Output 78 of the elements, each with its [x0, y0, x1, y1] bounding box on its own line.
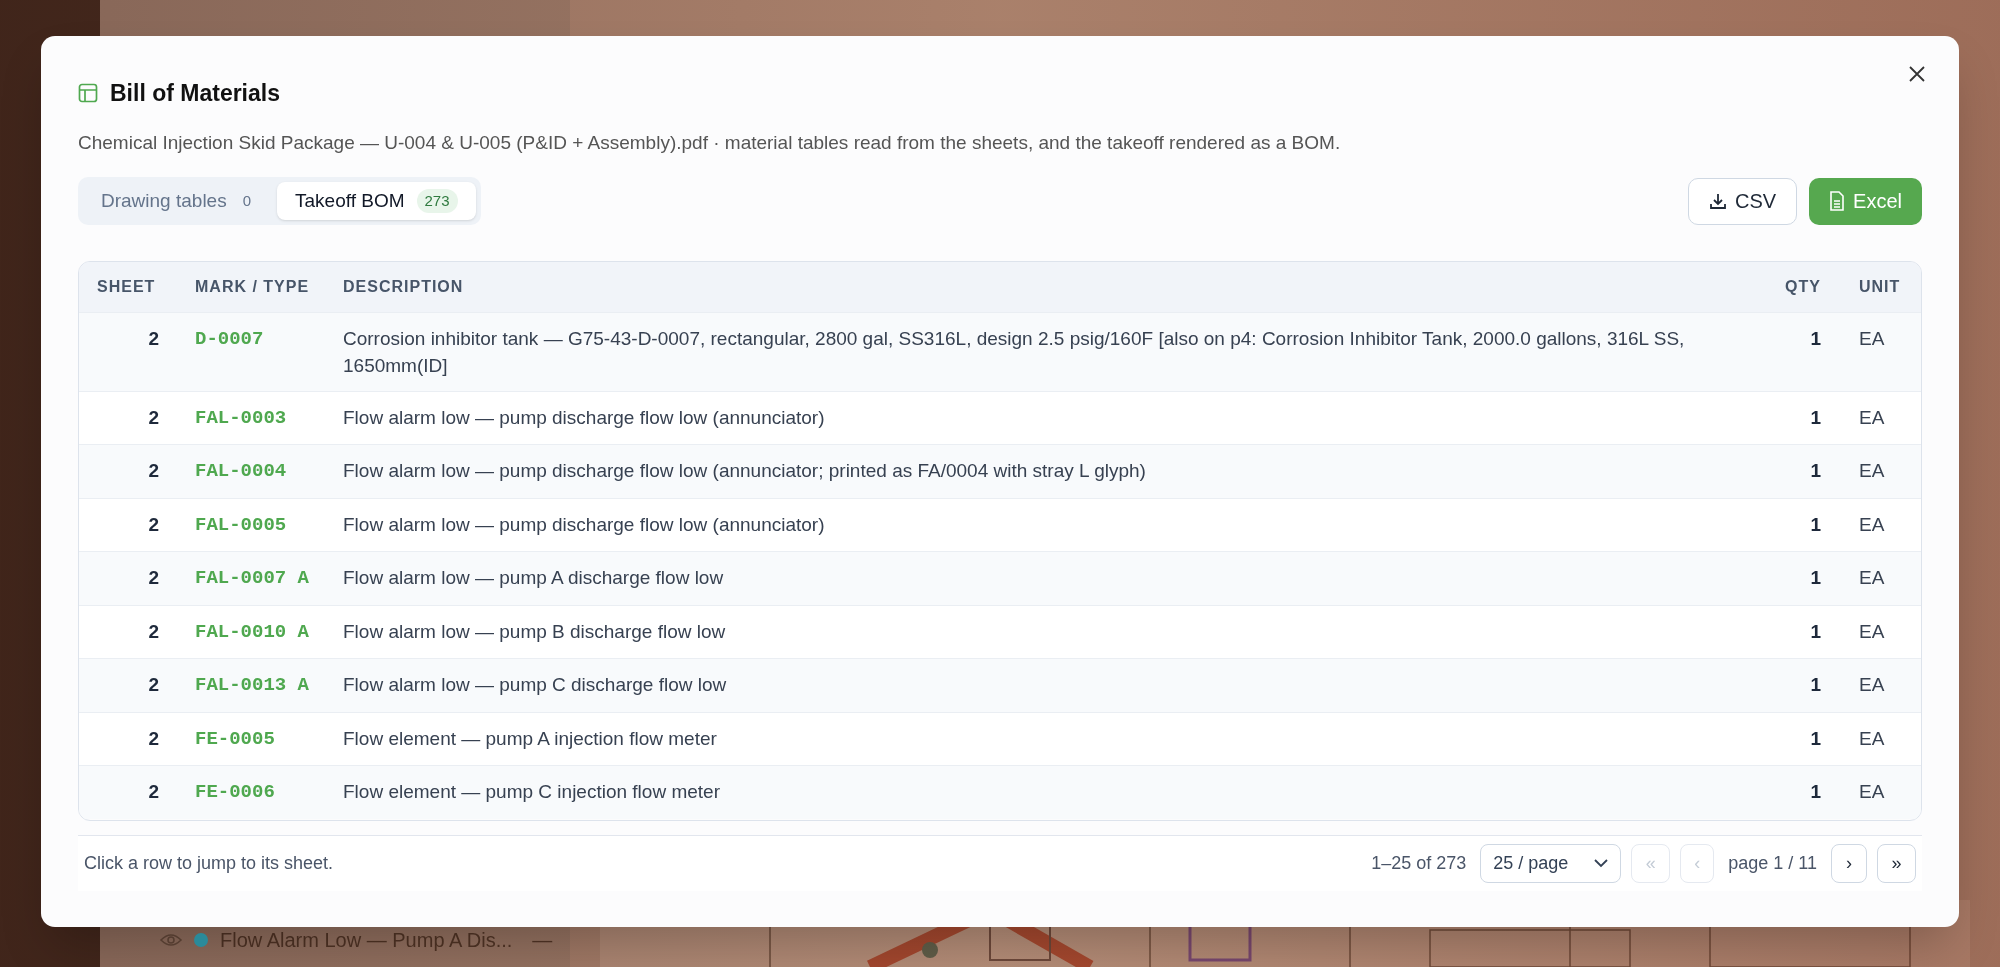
file-icon [1829, 191, 1846, 211]
tab[interactable]: Drawing tables 0 [83, 182, 273, 220]
table-cell: 1 [1751, 498, 1831, 552]
last-page-button[interactable]: » [1877, 844, 1916, 883]
column-header: UNIT [1831, 262, 1921, 312]
table-cell: FAL-0007 A [169, 551, 339, 605]
table-cell: 1 [1751, 444, 1831, 498]
table-row[interactable]: 2 FE-0005 Flow element — pump A injection flow meter 1 EA [79, 712, 1921, 766]
table-cell: 2 [79, 712, 169, 766]
chevron-down-icon [1594, 859, 1609, 868]
table-cell: 1 [1751, 312, 1831, 391]
table-cell: 1 [1751, 551, 1831, 605]
table-cell: Flow alarm low — pump A discharge flow low [339, 551, 1751, 605]
table-cell: 1 [1751, 605, 1831, 659]
table-cell: Flow alarm low — pump C discharge flow low [339, 658, 1751, 712]
table-cell: FAL-0010 A [169, 605, 339, 659]
table-row[interactable]: 2 FE-0006 Flow element — pump C injection flow meter 1 EA [79, 765, 1921, 819]
table-cell: Flow alarm low — pump B discharge flow low [339, 605, 1751, 659]
table-cell: FAL-0005 [169, 498, 339, 552]
table-row[interactable]: 2 FAL-0004 Flow alarm low — pump discharge flow low (annunciator; printed as FA/0004 with stray L glyph) 1 EA [79, 444, 1921, 498]
table-cell: Flow alarm low — pump discharge flow low (annunciator) [339, 391, 1751, 445]
count-label: 0 [241, 190, 252, 211]
table-cell: EA [1831, 551, 1921, 605]
table-row[interactable]: 2 FAL-0010 A Flow alarm low — pump B discharge flow low 1 EA [79, 605, 1921, 659]
table-cell: Flow element — pump C injection flow meter [339, 765, 1751, 819]
table-cell: 2 [79, 312, 169, 391]
table-cell: EA [1831, 391, 1921, 445]
tab[interactable]: Takeoff BOM 273 [277, 182, 476, 220]
table-cell: 2 [79, 658, 169, 712]
dialog-title: Bill of Materials [110, 79, 280, 108]
dialog-subtitle: Chemical Injection Skid Package — U-004 & U-005 (P&ID + Assembly).pdf · material tables read from the sheets, and the takeoff rendered as a BOM. [78, 130, 1342, 155]
footer-hint: Click a row to jump to its sheet. [83, 852, 334, 875]
table-cell: 1 [1751, 391, 1831, 445]
next-page-button[interactable]: › [1831, 844, 1867, 883]
table-cell: 2 [79, 444, 169, 498]
column-header: SHEET [79, 262, 169, 312]
table-cell: 1 [1751, 658, 1831, 712]
table-cell: D-0007 [169, 312, 339, 391]
csv-button[interactable]: CSV [1687, 177, 1798, 225]
table-cell: 2 [79, 391, 169, 445]
page-size-select[interactable]: 25 / page [1480, 844, 1622, 883]
table-cell: Flow alarm low — pump discharge flow low (annunciator) [339, 498, 1751, 552]
table-cell: 2 [79, 605, 169, 659]
table-cell: EA [1831, 605, 1921, 659]
table-cell: EA [1831, 712, 1921, 766]
page-indicator: page 1 / 11 [1727, 852, 1818, 875]
table-icon [78, 83, 98, 104]
download-icon [1708, 192, 1727, 210]
table-cell: Flow alarm low — pump discharge flow low (annunciator; printed as FA/0004 with stray L glyph) [339, 444, 1751, 498]
close-icon [1908, 65, 1926, 83]
count-badge: 273 [416, 188, 458, 214]
table-cell: EA [1831, 658, 1921, 712]
table-cell: EA [1831, 312, 1921, 391]
range-text: 1–25 of 273 [1371, 852, 1467, 875]
table-cell: FE-0006 [169, 765, 339, 819]
table-cell: 2 [79, 498, 169, 552]
layer-value: — [532, 928, 553, 953]
table-cell: EA [1831, 498, 1921, 552]
table-cell: FAL-0003 [169, 391, 339, 445]
table-row[interactable]: 2 FAL-0013 A Flow alarm low — pump C discharge flow low 1 EA [79, 658, 1921, 712]
table-row[interactable]: 2 FAL-0003 Flow alarm low — pump discharge flow low (annunciator) 1 EA [79, 391, 1921, 445]
table-row[interactable]: 2 FAL-0005 Flow alarm low — pump discharge flow low (annunciator) 1 EA [79, 498, 1921, 552]
column-header: QTY [1751, 262, 1831, 312]
table-cell: Flow element — pump A injection flow meter [339, 712, 1751, 766]
table-cell: 1 [1751, 712, 1831, 766]
table-cell: 2 [79, 551, 169, 605]
column-header: MARK / TYPE [169, 262, 339, 312]
table-row[interactable]: 2 D-0007 Corrosion inhibitor tank — G75-43-D-0007, rectangular, 2800 gal, SS316L, design 2.5 psig/160F [also on p4: Corrosion Inhibitor Tank, 2000.0 gallons, 316L SS, 1650mm(ID] 1 EA [79, 312, 1921, 391]
table-row[interactable]: 2 FAL-0007 A Flow alarm low — pump A discharge flow low 1 EA [79, 551, 1921, 605]
table-cell: 2 [79, 765, 169, 819]
column-header: DESCRIPTION [339, 262, 1751, 312]
table-cell: FAL-0004 [169, 444, 339, 498]
table-cell: FAL-0013 A [169, 658, 339, 712]
table-cell: 1 [1751, 765, 1831, 819]
table-cell: EA [1831, 765, 1921, 819]
table-cell: FE-0005 [169, 712, 339, 766]
table-cell: EA [1831, 444, 1921, 498]
table-cell: Corrosion inhibitor tank — G75-43-D-0007, rectangular, 2800 gal, SS316L, design 2.5 psig/160F [also on p4: Corrosion Inhibitor Tank, 2000.0 gallons, 316L SS, 1650mm(ID] [339, 312, 1751, 391]
